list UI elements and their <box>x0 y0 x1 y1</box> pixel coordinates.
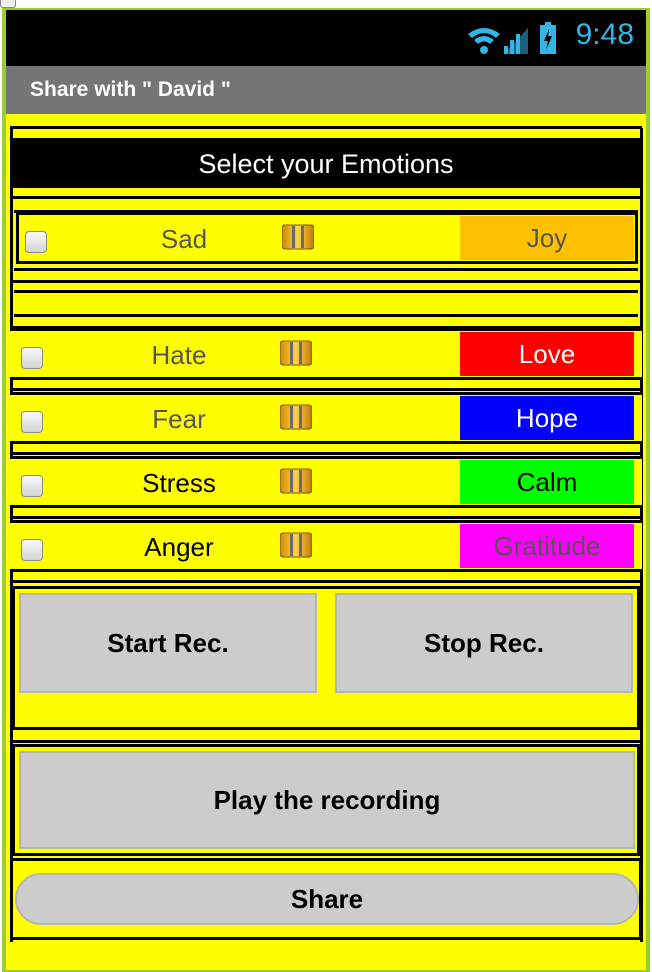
emotion-row: Stress Calm <box>10 456 642 508</box>
recording-panel: Start Rec. Stop Rec. <box>12 586 640 730</box>
divider <box>10 516 642 519</box>
emotion-checkbox[interactable] <box>21 539 43 561</box>
negative-emotion-label: Fear <box>152 404 206 434</box>
emotion-checkbox[interactable] <box>21 411 43 433</box>
battery-icon <box>540 22 556 54</box>
emotion-row: Sad Joy <box>16 212 638 264</box>
stop-rec-button[interactable]: Stop Rec. <box>335 593 633 693</box>
divider <box>10 126 642 129</box>
emotion-row: Hate Love <box>10 328 642 380</box>
divider <box>10 452 642 455</box>
emotion-checkbox[interactable] <box>25 231 47 253</box>
share-panel: Share <box>10 858 642 940</box>
divider <box>10 740 642 743</box>
wifi-signal-icon <box>468 28 528 54</box>
clipped-checkbox-icon <box>0 0 16 8</box>
negative-emotion-label: Stress <box>142 468 216 498</box>
negative-emotion-label: Anger <box>144 532 214 562</box>
positive-emotion-button[interactable]: Joy <box>460 216 634 260</box>
positive-emotion-button[interactable]: Hope <box>460 396 634 440</box>
slider-thumb-icon[interactable] <box>280 404 312 430</box>
divider <box>10 388 642 391</box>
play-recording-button[interactable]: Play the recording <box>19 751 635 849</box>
start-rec-button[interactable]: Start Rec. <box>19 593 317 693</box>
negative-emotion-label: Sad <box>160 224 208 254</box>
status-bar: 9:48 <box>6 10 646 66</box>
emotion-row: Fear Hope <box>10 392 642 444</box>
slider-thumb-icon[interactable] <box>282 224 314 250</box>
divider <box>14 268 638 271</box>
emotions-header: Select your Emotions <box>10 138 642 188</box>
divider <box>10 580 642 583</box>
slider-thumb-icon[interactable] <box>280 532 312 558</box>
play-panel: Play the recording <box>12 744 640 856</box>
title-bar: Share with " David " <box>6 66 646 114</box>
status-time: 9:48 <box>575 18 634 51</box>
page-title: Share with " David " <box>30 78 231 101</box>
negative-emotion-label: Hate <box>151 340 207 370</box>
slider-thumb-icon[interactable] <box>280 468 312 494</box>
divider <box>14 314 638 317</box>
emotion-checkbox[interactable] <box>21 475 43 497</box>
divider <box>10 196 642 199</box>
emotion-row: Anger Gratitude <box>10 520 642 572</box>
divider <box>14 290 638 293</box>
divider <box>10 280 642 283</box>
emotion-checkbox[interactable] <box>21 347 43 369</box>
positive-emotion-button[interactable]: Love <box>460 332 634 376</box>
slider-thumb-icon[interactable] <box>280 340 312 366</box>
positive-emotion-button[interactable]: Calm <box>460 460 634 504</box>
positive-emotion-button[interactable]: Gratitude <box>460 524 634 568</box>
share-button[interactable]: Share <box>15 873 639 925</box>
header-title: Select your Emotions <box>198 149 454 179</box>
